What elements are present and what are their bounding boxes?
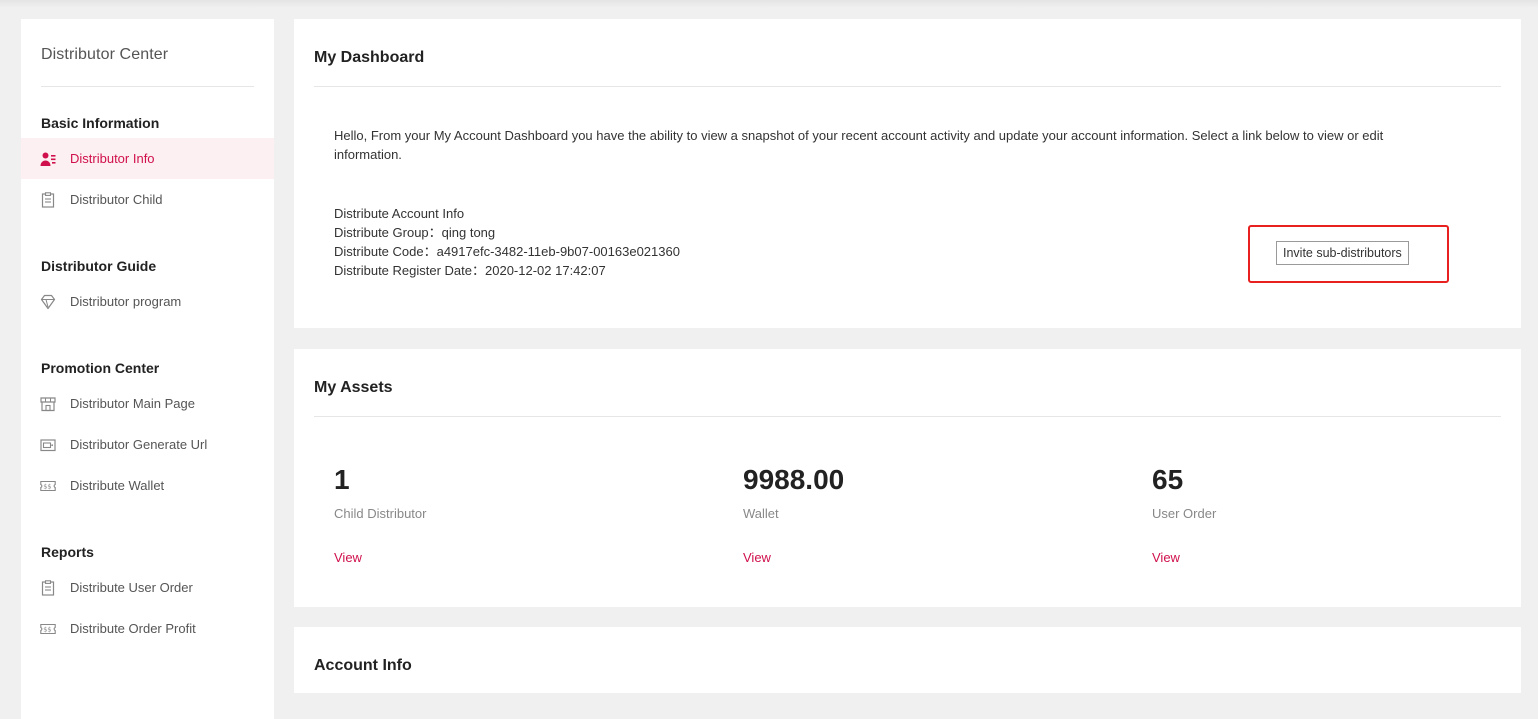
svg-text:$$: $$ — [43, 625, 51, 633]
asset-label: User Order — [1152, 506, 1217, 521]
sidebar-item-distributor-child[interactable]: Distributor Child — [21, 179, 274, 220]
sidebar-item-distribute-order-profit[interactable]: $$ Distribute Order Profit — [21, 608, 274, 649]
storefront-icon — [40, 396, 56, 412]
sidebar-item-label: Distributor Info — [70, 151, 155, 166]
distribute-code: Distribute Code：a4917efc-3482-11eb-9b07-… — [334, 244, 680, 259]
section-title-promotion-center: Promotion Center — [41, 360, 160, 376]
account-info-panel: Account Info — [294, 627, 1521, 693]
diamond-icon — [40, 294, 56, 310]
assets-divider — [314, 416, 1501, 417]
assets-panel: My Assets 1 Child Distributor View 9988.… — [294, 349, 1521, 607]
sidebar-item-distributor-info[interactable]: Distributor Info — [21, 138, 274, 179]
asset-child-distributor: 1 Child Distributor View — [334, 464, 634, 565]
account-info-block: Distribute Account Info Distribute Group… — [334, 204, 680, 280]
sidebar: Distributor Center Basic Information Dis… — [21, 19, 274, 719]
view-user-order-link[interactable]: View — [1152, 550, 1180, 565]
asset-label: Wallet — [743, 506, 779, 521]
sidebar-title: Distributor Center — [41, 46, 169, 63]
distribute-register-date: Distribute Register Date：2020-12-02 17:4… — [334, 263, 606, 278]
dashboard-intro: Hello, From your My Account Dashboard yo… — [334, 128, 1384, 162]
dashboard-title: My Dashboard — [314, 49, 425, 66]
sidebar-item-distributor-generate-url[interactable]: Distributor Generate Url — [21, 424, 274, 465]
sidebar-item-distributor-program[interactable]: Distributor program — [21, 281, 274, 322]
section-title-distributor-guide: Distributor Guide — [41, 258, 157, 274]
sidebar-item-distribute-user-order[interactable]: Distribute User Order — [21, 567, 274, 608]
sidebar-item-distribute-wallet[interactable]: $$ Distribute Wallet — [21, 465, 274, 506]
svg-text:$$: $$ — [43, 482, 51, 490]
ticket-icon: $$ — [40, 478, 56, 494]
assets-title: My Assets — [314, 379, 393, 396]
asset-label: Child Distributor — [334, 506, 427, 521]
user-list-icon — [40, 151, 56, 167]
sidebar-item-label: Distribute Wallet — [70, 478, 165, 493]
sidebar-item-label: Distributor Child — [70, 192, 163, 207]
sidebar-divider — [41, 86, 254, 87]
account-info-title: Account Info — [314, 657, 412, 674]
view-child-distributor-link[interactable]: View — [334, 550, 362, 565]
dashboard-divider — [314, 86, 1501, 87]
ticket-icon: $$ — [40, 621, 56, 637]
asset-value: 1 — [334, 464, 350, 495]
sidebar-item-label: Distribute Order Profit — [70, 621, 196, 636]
asset-user-order: 65 User Order View — [1152, 464, 1452, 565]
section-title-basic-information: Basic Information — [41, 115, 160, 131]
dashboard-panel: My Dashboard Hello, From your My Account… — [294, 19, 1521, 328]
sidebar-item-label: Distributor Main Page — [70, 396, 195, 411]
asset-value: 65 — [1152, 464, 1184, 495]
account-heading: Distribute Account Info — [334, 206, 465, 221]
clipboard-icon — [40, 579, 56, 596]
distribute-group: Distribute Group：qing tong — [334, 225, 496, 240]
sidebar-item-distributor-main-page[interactable]: Distributor Main Page — [21, 383, 274, 424]
top-shadow — [0, 0, 1538, 8]
sidebar-item-label: Distributor Generate Url — [70, 437, 208, 452]
asset-value: 9988.00 — [743, 464, 845, 495]
section-title-reports: Reports — [41, 544, 94, 560]
sidebar-item-label: Distribute User Order — [70, 580, 193, 595]
card-icon — [40, 437, 56, 453]
asset-wallet: 9988.00 Wallet View — [743, 464, 1043, 565]
clipboard-icon — [40, 191, 56, 208]
view-wallet-link[interactable]: View — [743, 550, 771, 565]
invite-sub-distributors-button[interactable]: Invite sub-distributors — [1276, 241, 1409, 265]
sidebar-item-label: Distributor program — [70, 294, 182, 309]
